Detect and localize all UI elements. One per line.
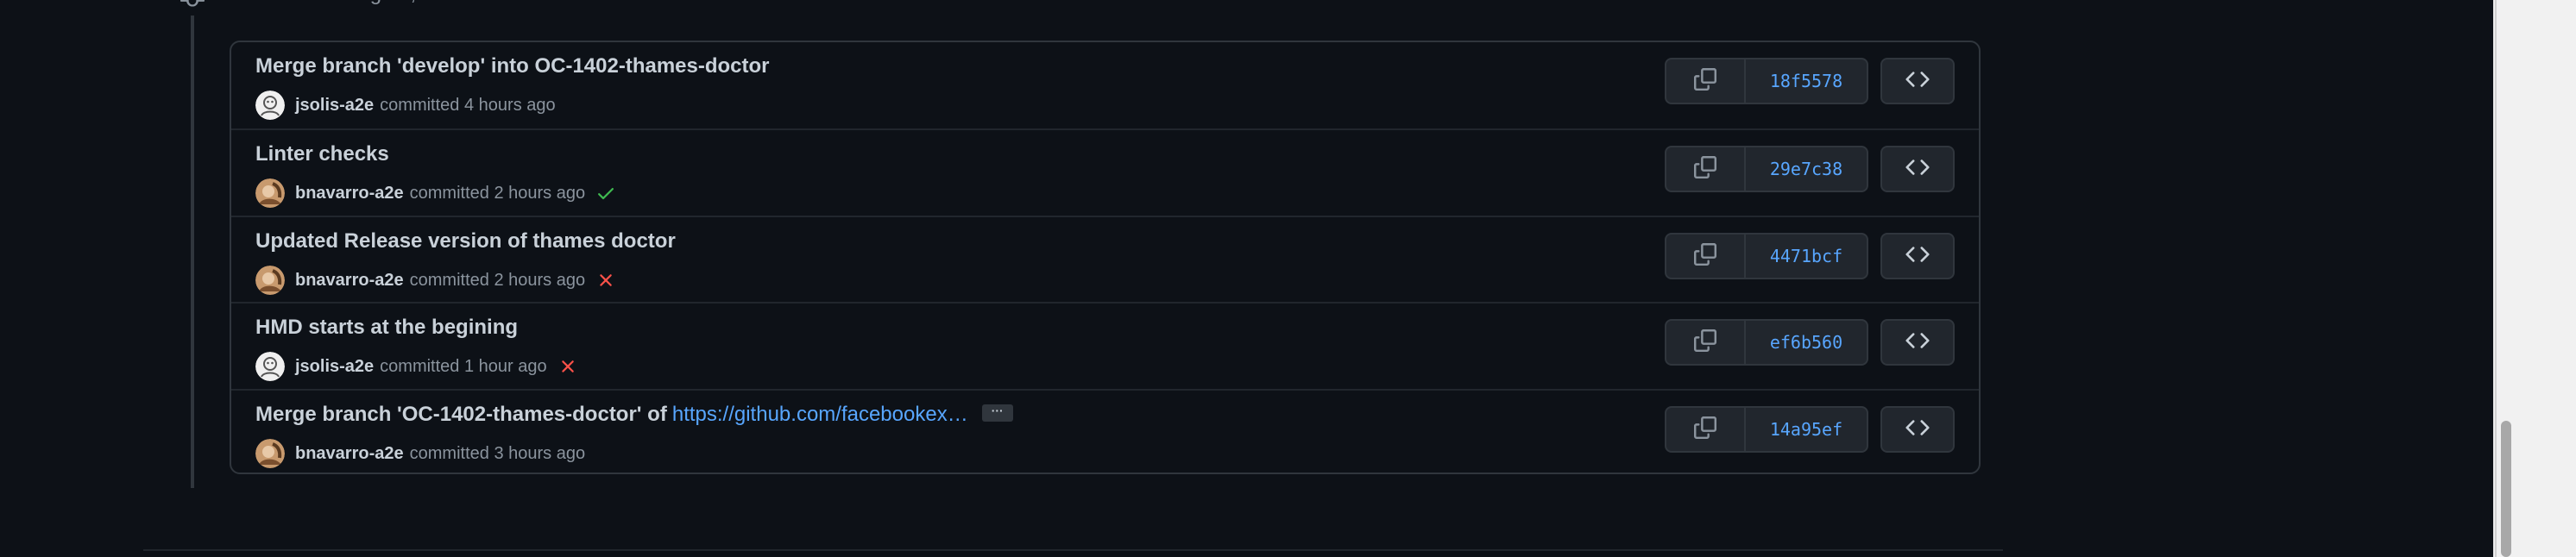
commit-meta: bnavarro-a2e committed 2 hours ago	[255, 178, 616, 208]
commit-verb: committed	[409, 270, 489, 290]
browse-repo-button[interactable]	[1880, 233, 1955, 279]
copy-sha-button[interactable]	[1666, 235, 1746, 278]
sha-button-group: 29e7c38	[1665, 146, 1868, 192]
scrollbar-thumb[interactable]	[2501, 421, 2511, 557]
avatar[interactable]	[255, 352, 285, 381]
copy-sha-button[interactable]	[1666, 147, 1746, 191]
commit-verb: committed	[380, 356, 460, 376]
avatar[interactable]	[255, 266, 285, 295]
browse-repo-button[interactable]	[1880, 146, 1955, 192]
commit-meta: bnavarro-a2e committed 3 hours ago	[255, 439, 585, 468]
commit-row: Linter checks bnavarro-a2e committed 2 h…	[231, 128, 1979, 216]
commit-sha-link[interactable]: 14a95ef	[1746, 408, 1867, 451]
commit-author[interactable]: bnavarro-a2e	[295, 184, 404, 203]
sha-button-group: 18f5578	[1665, 58, 1868, 104]
browse-repo-button[interactable]	[1880, 58, 1955, 104]
commit-time: 3 hours ago	[494, 443, 586, 463]
commit-row: HMD starts at the begining jsolis-a2e co…	[231, 302, 1979, 389]
sha-button-group: ef6b560	[1665, 319, 1868, 366]
commit-title-link[interactable]: Merge branch 'develop' into OC-1402-tham…	[255, 54, 770, 78]
commit-author[interactable]: bnavarro-a2e	[295, 444, 404, 464]
commit-time: 2 hours ago	[494, 270, 586, 290]
commit-message[interactable]: Updated Release version of thames doctor	[255, 229, 676, 253]
code-icon	[1905, 416, 1930, 444]
code-icon	[1905, 329, 1930, 357]
commit-meta: jsolis-a2e committed 4 hours ago	[255, 91, 556, 120]
commit-verb: committed	[380, 95, 460, 115]
commit-sha-link[interactable]: 4471bcf	[1746, 235, 1867, 278]
commit-meta: bnavarro-a2e committed 2 hours ago	[255, 266, 616, 295]
commit-verb: committed	[409, 443, 489, 463]
commit-time: 4 hours ago	[463, 95, 556, 115]
commit-message[interactable]: Merge branch 'OC-1402-thames-doctor' of h…	[255, 403, 1013, 427]
git-commit-icon	[178, 0, 207, 16]
commit-time: 2 hours ago	[494, 183, 586, 203]
x-icon[interactable]	[557, 356, 578, 377]
commit-message-url[interactable]: https://github.com/facebookex…	[672, 403, 968, 426]
commit-sha-link[interactable]: 29e7c38	[1746, 147, 1867, 191]
commit-message[interactable]: Merge branch 'develop' into OC-1402-tham…	[255, 54, 770, 78]
commit-row: Merge branch 'OC-1402-thames-doctor' of h…	[231, 389, 1979, 473]
sha-button-group: 4471bcf	[1665, 233, 1868, 279]
commit-row: Updated Release version of thames doctor…	[231, 216, 1979, 303]
commit-author[interactable]: bnavarro-a2e	[295, 271, 404, 291]
commit-verb: committed	[409, 183, 489, 203]
code-icon	[1905, 67, 1930, 96]
commit-actions: 4471bcf	[1665, 233, 1955, 279]
sha-button-group: 14a95ef	[1665, 406, 1868, 453]
commit-title-link[interactable]: Updated Release version of thames doctor	[255, 229, 676, 253]
commit-actions: 14a95ef	[1665, 406, 1955, 453]
copy-icon	[1694, 329, 1716, 356]
scrollbar-track-edge	[2495, 0, 2497, 557]
copy-icon	[1694, 67, 1716, 95]
x-icon[interactable]	[595, 270, 616, 291]
commit-sha-link[interactable]: 18f5578	[1746, 59, 1867, 103]
commit-title-link[interactable]: Linter checks	[255, 142, 389, 166]
copy-sha-button[interactable]	[1666, 321, 1746, 364]
copy-icon	[1694, 155, 1716, 183]
commit-actions: ef6b560	[1665, 319, 1955, 366]
browse-repo-button[interactable]	[1880, 406, 1955, 453]
commit-meta: jsolis-a2e committed 1 hour ago	[255, 352, 578, 381]
copy-icon	[1694, 416, 1716, 443]
avatar[interactable]	[255, 178, 285, 208]
commit-message[interactable]: Linter checks	[255, 142, 389, 166]
avatar[interactable]	[255, 91, 285, 120]
timeline-line	[191, 0, 194, 488]
expand-message-button[interactable]: ···	[981, 404, 1013, 422]
commit-group-header: Commits on Aug 15, 2022	[230, 0, 468, 7]
commit-row: Merge branch 'develop' into OC-1402-tham…	[231, 42, 1979, 129]
commit-sha-link[interactable]: ef6b560	[1746, 321, 1867, 364]
copy-sha-button[interactable]	[1666, 408, 1746, 451]
avatar[interactable]	[255, 439, 285, 468]
commit-title-link[interactable]: Merge branch 'OC-1402-thames-doctor' of	[255, 403, 667, 426]
commit-time: 1 hour ago	[463, 356, 547, 376]
commit-actions: 29e7c38	[1665, 146, 1955, 192]
code-icon	[1905, 155, 1930, 184]
copy-icon	[1694, 242, 1716, 270]
commit-message[interactable]: HMD starts at the begining	[255, 316, 518, 340]
code-icon	[1905, 242, 1930, 271]
commit-actions: 18f5578	[1665, 58, 1955, 104]
commit-author[interactable]: jsolis-a2e	[295, 357, 374, 377]
section-divider	[143, 549, 2003, 551]
check-icon[interactable]	[595, 183, 616, 203]
browse-repo-button[interactable]	[1880, 319, 1955, 366]
commit-list: Merge branch 'develop' into OC-1402-tham…	[230, 41, 1981, 474]
commit-author[interactable]: jsolis-a2e	[295, 96, 374, 116]
copy-sha-button[interactable]	[1666, 59, 1746, 103]
commit-title-link[interactable]: HMD starts at the begining	[255, 316, 518, 339]
